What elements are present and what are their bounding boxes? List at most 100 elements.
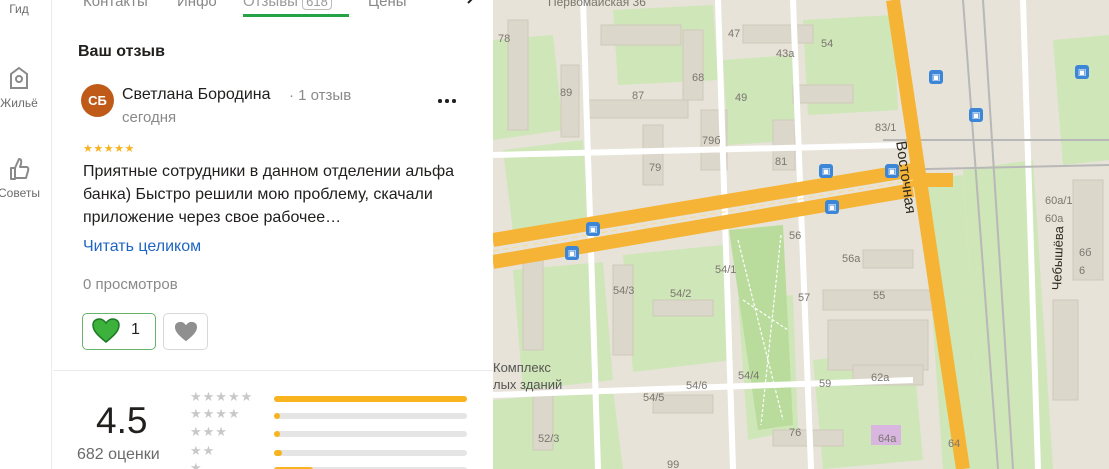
house-number-label: 56 bbox=[789, 230, 802, 242]
distribution-track bbox=[274, 431, 467, 437]
distribution-fill bbox=[274, 396, 467, 402]
distribution-fill bbox=[274, 413, 280, 419]
dot bbox=[438, 99, 442, 103]
review-text: Приятные сотрудники в данном отделении а… bbox=[83, 163, 455, 226]
bus-stop-icon[interactable]: ▣ bbox=[885, 164, 899, 178]
tab-reviews[interactable]: Отзывы 618 bbox=[243, 0, 332, 24]
distribution-stars: ★★★★★ bbox=[190, 389, 254, 404]
house-number-label: 78 bbox=[498, 33, 511, 45]
distribution-fill bbox=[274, 431, 280, 437]
views-count: 0 просмотров bbox=[83, 276, 178, 293]
house-number-label: 60а/1 bbox=[1045, 195, 1073, 207]
tab-prices[interactable]: Цены bbox=[368, 0, 407, 24]
distribution-stars: ★★★★ bbox=[190, 406, 241, 421]
bus-stop-icon[interactable]: ▣ bbox=[565, 246, 579, 260]
house-number-label: 87 bbox=[632, 90, 645, 102]
distribution-track bbox=[274, 396, 467, 402]
tab-label: Инфо bbox=[177, 0, 217, 10]
like-count: 1 bbox=[131, 321, 140, 338]
house-number-label: 43а bbox=[776, 48, 795, 60]
house-number-label: 57 bbox=[798, 292, 811, 304]
divider bbox=[53, 370, 493, 371]
heart-gray-icon bbox=[175, 321, 197, 342]
house-number-label: 47 bbox=[728, 28, 741, 40]
distribution-track bbox=[274, 413, 467, 419]
rail-item-tips[interactable]: Советы bbox=[0, 156, 52, 200]
bus-stop-icon[interactable]: ▣ bbox=[1075, 65, 1089, 79]
rating-count: 682 оценки bbox=[77, 446, 160, 463]
house-number-label: 81 bbox=[775, 156, 788, 168]
house-number-label: 55 bbox=[873, 290, 886, 302]
housing-icon bbox=[10, 66, 28, 89]
house-number-label: 6 bbox=[1079, 265, 1086, 277]
dot bbox=[445, 99, 449, 103]
bus-stop-icon[interactable]: ▣ bbox=[819, 164, 833, 178]
like-button[interactable]: 1 bbox=[82, 313, 156, 350]
author-review-count: · 1 отзыв bbox=[289, 87, 352, 104]
review-date: сегодня bbox=[122, 109, 177, 126]
house-number-label: 54/3 bbox=[613, 285, 635, 297]
business-panel: Контакты Инфо Отзывы 618 Цены Ваш отзыв … bbox=[53, 0, 493, 469]
house-number-label: 79 bbox=[649, 162, 662, 174]
dot bbox=[452, 99, 456, 103]
thumb-icon bbox=[10, 158, 30, 180]
house-number-label: 49 bbox=[735, 92, 748, 104]
house-number-label: 54/6 bbox=[686, 380, 708, 392]
house-number-label: 54/1 bbox=[715, 264, 737, 276]
tab-label: Отзывы bbox=[243, 0, 298, 10]
tab-info[interactable]: Инфо bbox=[177, 0, 217, 24]
rail-item-label: Жильё bbox=[0, 96, 38, 110]
house-number-label: 54/5 bbox=[643, 392, 665, 404]
read-more-link[interactable]: Читать целиком bbox=[83, 238, 201, 256]
tab-contacts[interactable]: Контакты bbox=[83, 0, 148, 24]
street-label-pervomayskaya: Первомайская 36 bbox=[548, 0, 646, 9]
house-number-label: 52/3 bbox=[538, 433, 560, 445]
tab-bar: Контакты Инфо Отзывы 618 Цены bbox=[53, 0, 493, 28]
rating-value: 4.5 bbox=[96, 400, 148, 441]
house-number-label: 76 bbox=[789, 427, 802, 439]
house-number-label: 83/1 bbox=[875, 122, 897, 134]
rail-item-guide[interactable]: Гид bbox=[0, 2, 52, 16]
house-number-label: 56а bbox=[842, 253, 861, 265]
rail-item-label: Гид bbox=[9, 2, 29, 16]
tab-label: Контакты bbox=[83, 0, 148, 10]
bus-stop-icon[interactable]: ▣ bbox=[969, 108, 983, 122]
distribution-stars: ★★ bbox=[190, 443, 216, 458]
rail-item-housing[interactable]: Жильё bbox=[0, 66, 52, 110]
poi-label: лых зданий bbox=[493, 377, 563, 392]
house-number-label: 6б bbox=[1079, 247, 1092, 259]
house-number-label: 54 bbox=[821, 38, 834, 50]
avatar[interactable]: СБ bbox=[81, 84, 114, 117]
bus-stop-icon[interactable]: ▣ bbox=[825, 200, 839, 214]
house-number-label: 89 bbox=[560, 87, 573, 99]
distribution-stars: ★ bbox=[190, 460, 203, 469]
house-number-label: 64а bbox=[878, 433, 897, 445]
house-number-label: 54/2 bbox=[670, 288, 692, 300]
author-name[interactable]: Светлана Бородина bbox=[122, 86, 270, 104]
active-tab-indicator bbox=[243, 14, 349, 17]
house-number-label: 68 bbox=[692, 72, 705, 84]
tab-label: Цены bbox=[368, 0, 407, 10]
house-number-label: 62а bbox=[871, 372, 890, 384]
house-number-label: 99 bbox=[667, 459, 680, 469]
house-number-label: 79б bbox=[702, 135, 721, 147]
left-rail: Гид Жильё Советы bbox=[0, 0, 52, 469]
chevron-right-icon[interactable] bbox=[463, 0, 479, 6]
house-number-label: 59 bbox=[819, 378, 832, 390]
street-label-chebysheva: Чебышёва bbox=[1049, 225, 1067, 291]
dislike-button[interactable] bbox=[163, 313, 208, 350]
heart-green-icon bbox=[92, 318, 120, 343]
section-title: Ваш отзыв bbox=[78, 43, 165, 60]
house-number-label: 60а bbox=[1045, 213, 1064, 225]
bus-stop-icon[interactable]: ▣ bbox=[929, 70, 943, 84]
house-number-label: 64 bbox=[948, 438, 961, 450]
house-number-label: 54/4 bbox=[738, 370, 760, 382]
tab-count-badge: 618 bbox=[302, 0, 332, 10]
map-view[interactable]: Восточная Чебышёва Первомайская 36 Компл… bbox=[493, 0, 1109, 469]
more-options-button[interactable] bbox=[435, 88, 459, 112]
review-stars: ★★★★★ bbox=[83, 143, 135, 155]
distribution-fill bbox=[274, 450, 282, 456]
distribution-stars: ★★★ bbox=[190, 424, 228, 439]
distribution-track bbox=[274, 450, 467, 456]
bus-stop-icon[interactable]: ▣ bbox=[586, 222, 600, 236]
